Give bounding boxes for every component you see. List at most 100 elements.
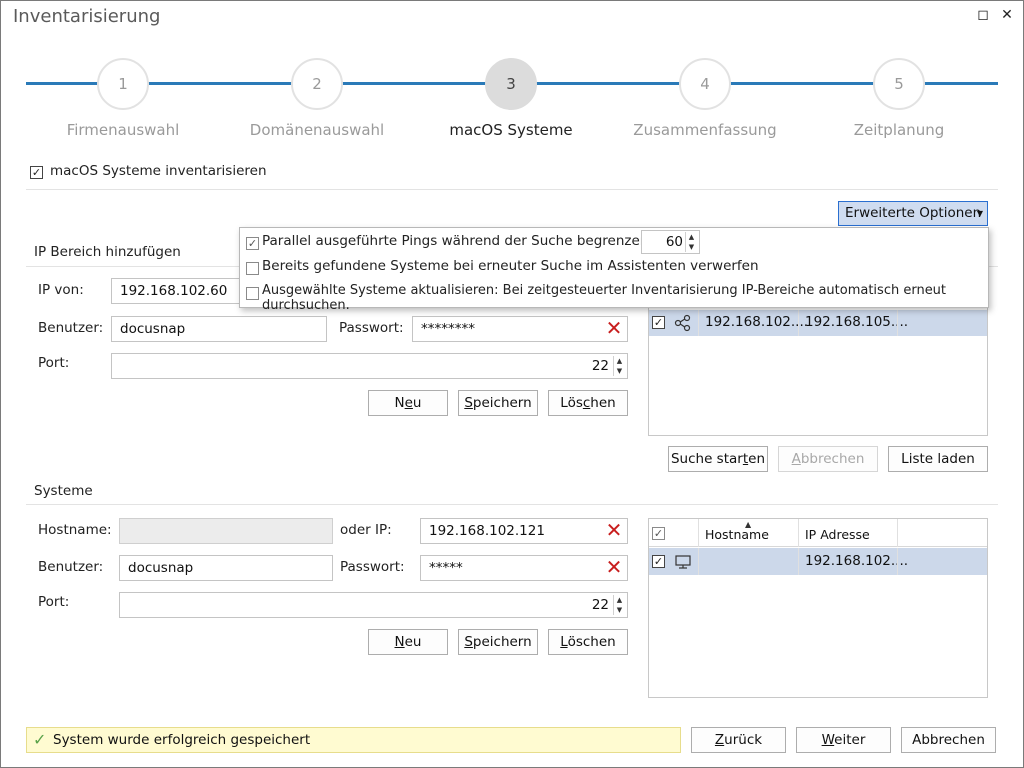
- ip-password-input[interactable]: ******** ✕: [412, 316, 628, 342]
- maximize-icon[interactable]: ◻: [974, 6, 992, 24]
- advanced-options-button[interactable]: Erweiterte Optionen ▼: [838, 201, 988, 226]
- step-2-circle: 2: [291, 58, 343, 110]
- btn-accel: Z: [714, 732, 725, 748]
- spin-arrows-icon[interactable]: ▲ ▼: [613, 595, 625, 615]
- system-password-value: *****: [429, 560, 463, 576]
- column-header-ip[interactable]: IP Adresse: [805, 527, 870, 542]
- cancel-button[interactable]: Abbrechen: [901, 727, 996, 753]
- ip-user-label: Benutzer:: [38, 320, 104, 336]
- ip-range-section-title: IP Bereich hinzufügen: [34, 244, 181, 260]
- ip-new-button[interactable]: Neu: [368, 390, 448, 416]
- btn-accel: L: [560, 634, 568, 650]
- col-divider: [698, 519, 699, 547]
- column-header-hostname[interactable]: Hostname: [705, 527, 769, 542]
- col-divider: [698, 548, 699, 575]
- system-delete-button[interactable]: Löschen: [548, 629, 628, 655]
- ping-limit-value: 60: [665, 234, 683, 250]
- system-save-button[interactable]: Speichern: [458, 629, 538, 655]
- btn-text: peichern: [472, 634, 532, 650]
- limit-pings-checkbox[interactable]: ✓: [246, 237, 259, 250]
- spin-arrows-icon[interactable]: ▲ ▼: [613, 356, 625, 376]
- spin-arrows-icon[interactable]: ▲ ▼: [685, 232, 697, 252]
- ip-address-cell: 192.168.102....: [805, 553, 909, 569]
- ip-port-label: Port:: [38, 355, 70, 371]
- step-5-circle: 5: [873, 58, 925, 110]
- btn-text: en: [748, 451, 766, 467]
- close-icon[interactable]: ✕: [998, 6, 1016, 24]
- btn-text: bbrechen: [800, 451, 865, 467]
- system-ip-input[interactable]: 192.168.102.121 ✕: [420, 518, 628, 544]
- system-new-button[interactable]: Neu: [368, 629, 448, 655]
- table-row[interactable]: ✓ 192.168.102....: [649, 548, 987, 575]
- step-1-circle: 1: [97, 58, 149, 110]
- ip-password-value: ********: [421, 321, 475, 337]
- btn-text: öschen: [567, 634, 616, 650]
- btn-text: hen: [590, 395, 616, 411]
- step-3-label: macOS Systeme: [449, 121, 573, 139]
- window-title: Inventarisierung: [13, 6, 161, 27]
- dropdown-arrow-icon: ▼: [976, 209, 983, 218]
- system-password-input[interactable]: ***** ✕: [420, 555, 628, 581]
- step-1-label: Firmenauswahl: [66, 121, 180, 139]
- update-selected-label: Ausgewählte Systeme aktualisieren: Bei z…: [262, 283, 947, 313]
- system-port-value: 22: [591, 597, 609, 613]
- ip-user-input[interactable]: docusnap: [111, 316, 327, 342]
- ip-delete-button[interactable]: Löschen: [548, 390, 628, 416]
- grid-header: ✓ ▲ Hostname IP Adresse: [649, 519, 987, 547]
- discard-found-checkbox[interactable]: [246, 262, 259, 275]
- back-button[interactable]: Zurück: [691, 727, 786, 753]
- inventory-checkbox-label: macOS Systeme inventarisieren: [50, 163, 267, 179]
- hostname-label: Hostname:: [38, 522, 112, 538]
- col-divider: [897, 548, 898, 575]
- system-port-label: Port:: [38, 594, 70, 610]
- cancel-search-button[interactable]: Abbrechen: [778, 446, 878, 472]
- systems-grid[interactable]: ✓ ▲ Hostname IP Adresse ✓ 192.168.102...…: [648, 518, 988, 698]
- hostname-input[interactable]: [119, 518, 333, 544]
- table-row[interactable]: ✓ 192.168.102.... 192.168.105....: [649, 310, 987, 336]
- system-ip-value: 192.168.102.121: [429, 523, 545, 539]
- clear-password-icon[interactable]: ✕: [605, 318, 623, 338]
- btn-accel: S: [464, 634, 473, 650]
- discard-found-label: Bereits gefundene Systeme bei erneuter S…: [262, 258, 759, 274]
- system-user-input[interactable]: docusnap: [119, 555, 333, 581]
- system-port-stepper[interactable]: 22 ▲ ▼: [119, 592, 628, 618]
- clear-password-icon[interactable]: ✕: [605, 557, 623, 577]
- ip-password-label: Passwort:: [339, 320, 404, 336]
- update-selected-checkbox[interactable]: [246, 287, 259, 300]
- check-icon: ✓: [33, 730, 47, 749]
- limit-pings-label: Parallel ausgeführte Pings während der S…: [262, 233, 675, 249]
- next-button[interactable]: Weiter: [796, 727, 891, 753]
- row-checkbox[interactable]: ✓: [652, 555, 665, 568]
- select-all-checkbox[interactable]: ✓: [652, 527, 665, 540]
- status-text: System wurde erfolgreich gespeichert: [53, 732, 311, 748]
- system-password-label: Passwort:: [340, 559, 405, 575]
- clear-ip-icon[interactable]: ✕: [605, 520, 623, 540]
- ip-from-cell: 192.168.102....: [705, 314, 809, 330]
- ip-port-value: 22: [591, 358, 609, 374]
- monitor-icon: [675, 555, 691, 569]
- btn-text: u: [412, 395, 422, 411]
- btn-text: eiter: [834, 732, 866, 748]
- step-5-label: Zeitplanung: [853, 121, 945, 139]
- row-checkbox[interactable]: ✓: [652, 316, 665, 329]
- step-4-label: Zusammenfassung: [633, 121, 777, 139]
- separator: [26, 504, 998, 505]
- ip-from-label: IP von:: [38, 282, 84, 298]
- start-search-button[interactable]: Suche starten: [668, 446, 768, 472]
- load-list-button[interactable]: Liste laden: [888, 446, 988, 472]
- ip-port-stepper[interactable]: 22 ▲ ▼: [111, 353, 628, 379]
- ip-to-cell: 192.168.105....: [805, 314, 909, 330]
- system-user-label: Benutzer:: [38, 559, 104, 575]
- col-divider: [798, 519, 799, 547]
- col-divider: [698, 310, 699, 336]
- btn-text: Suche star: [670, 451, 743, 467]
- ip-save-button[interactable]: Speichern: [458, 390, 538, 416]
- share-icon: [674, 314, 691, 332]
- col-divider: [897, 310, 898, 336]
- or-ip-label: oder IP:: [340, 522, 392, 538]
- btn-text: eu: [404, 634, 422, 650]
- ping-limit-stepper[interactable]: 60 ▲ ▼: [641, 230, 700, 254]
- advanced-options-popup: ✓ Parallel ausgeführte Pings während der…: [239, 227, 989, 313]
- inventory-checkbox[interactable]: ✓: [30, 166, 43, 179]
- systems-section-title: Systeme: [34, 483, 93, 499]
